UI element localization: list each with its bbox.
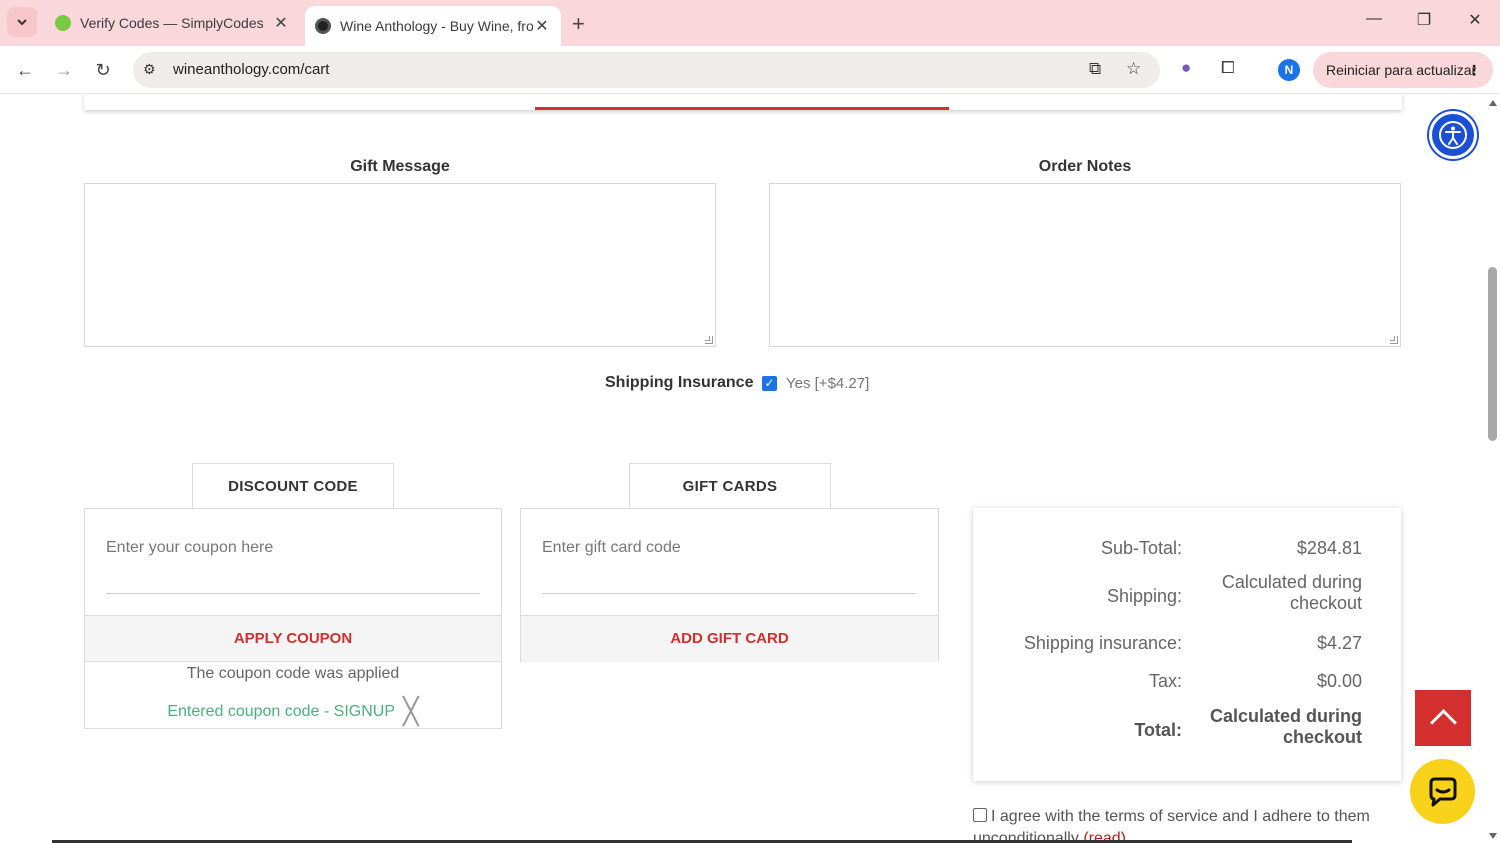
subtotal-label: Sub-Total: <box>1100 538 1182 558</box>
order-summary: Sub-Total: $284.81 Shipping: Calculated … <box>973 508 1401 781</box>
resize-grip-icon[interactable] <box>1390 336 1398 344</box>
url-text: wineanthology.com/cart <box>173 61 330 78</box>
gift-card-input[interactable]: Enter gift card code <box>542 539 916 594</box>
profile-avatar[interactable]: N <box>1278 59 1300 81</box>
subtotal-value: $284.81 <box>1296 538 1362 558</box>
tab-title: Wine Anthology - Buy Wine, fro <box>340 18 533 34</box>
shipping-label: Shipping: <box>1106 586 1182 606</box>
restore-icon[interactable]: ❐ <box>1414 10 1434 30</box>
discount-code-panel: Enter your coupon here APPLY COUPON The … <box>84 508 502 729</box>
scroll-up-icon[interactable] <box>1489 100 1497 106</box>
terms-agreement: I agree with the terms of service and I … <box>973 806 1393 843</box>
add-gift-card-button[interactable]: ADD GIFT CARD <box>521 615 938 662</box>
tax-value: $0.00 <box>1316 671 1362 691</box>
browser-toolbar: ← → ↻ ⚙ wineanthology.com/cart ⧉ ☆ ● ⧠ N… <box>0 46 1500 94</box>
terms-checkbox[interactable] <box>973 808 987 822</box>
shipping-insurance-checkbox[interactable]: ✓ <box>762 376 777 391</box>
coupon-applied-message: The coupon code was applied <box>186 665 400 682</box>
shipping-insurance-label: Shipping Insurance <box>605 374 754 391</box>
resize-grip-icon[interactable] <box>705 336 713 344</box>
close-icon[interactable]: ✕ <box>272 13 290 33</box>
cart-table-bottom <box>84 95 1402 110</box>
tab-title: Verify Codes — SimplyCodes <box>80 15 264 31</box>
scroll-to-top-button[interactable] <box>1415 690 1471 746</box>
gift-message-textarea[interactable] <box>84 183 716 347</box>
restart-label: Reiniciar para actualizar <box>1326 62 1477 78</box>
coupon-input[interactable]: Enter your coupon here <box>106 539 480 594</box>
insurance-label: Shipping insurance: <box>1023 633 1182 653</box>
minimize-icon[interactable]: — <box>1364 10 1384 28</box>
shipping-value-line2: checkout <box>1289 593 1362 613</box>
restart-to-update-button[interactable]: Reiniciar para actualizar ⋮ <box>1313 52 1493 88</box>
tab-wine-anthology[interactable]: Wine Anthology - Buy Wine, fro ✕ <box>305 6 561 46</box>
total-value: Calculated during checkout <box>1192 706 1362 748</box>
total-value-line2: checkout <box>1282 727 1362 747</box>
bookmark-star-icon[interactable]: ☆ <box>1126 59 1141 79</box>
simplycodes-icon <box>55 15 71 31</box>
vertical-scrollbar[interactable] <box>1486 95 1500 843</box>
chevron-down-icon <box>17 19 27 26</box>
wine-anthology-icon <box>315 18 331 34</box>
insurance-value: $4.27 <box>1316 633 1362 653</box>
apply-coupon-button[interactable]: APPLY COUPON <box>85 615 501 662</box>
extensions-puzzle-icon[interactable]: ⧠ <box>1221 58 1235 78</box>
address-bar[interactable]: ⚙ wineanthology.com/cart ⧉ ☆ <box>133 52 1160 88</box>
tab-discount-code[interactable]: DISCOUNT CODE <box>192 463 394 510</box>
scroll-down-icon[interactable] <box>1489 833 1497 839</box>
close-icon[interactable]: ✕ <box>533 16 551 36</box>
tab-search-button[interactable] <box>7 7 37 37</box>
terms-text: I agree with the terms of service and I … <box>973 808 1370 843</box>
total-value-line1: Calculated during <box>1209 706 1362 726</box>
shipping-value: Calculated during checkout <box>1192 572 1362 614</box>
gift-cards-panel: Enter gift card code ADD GIFT CARD <box>520 508 939 662</box>
remove-coupon-icon[interactable]: ╳ <box>403 696 419 727</box>
back-icon[interactable]: ← <box>13 58 37 82</box>
tab-simplycodes[interactable]: Verify Codes — SimplyCodes ✕ <box>45 6 300 40</box>
shipping-insurance-option: Yes [+$4.27] <box>786 375 870 392</box>
active-indicator <box>535 107 949 110</box>
window-close-icon[interactable]: ✕ <box>1465 10 1485 30</box>
tab-gift-cards[interactable]: GIFT CARDS <box>629 463 831 510</box>
scrollbar-thumb[interactable] <box>1488 267 1497 441</box>
forward-icon[interactable]: → <box>52 58 76 82</box>
entered-coupon-line: Entered coupon code - SIGNUP ╳ <box>85 696 501 727</box>
cart-page: Gift Message Order Notes Shipping Insura… <box>0 95 1500 843</box>
order-notes-label: Order Notes <box>1038 158 1132 175</box>
order-notes-textarea[interactable] <box>769 183 1401 347</box>
reload-icon[interactable]: ↻ <box>91 58 115 82</box>
entered-coupon-text: Entered coupon code - SIGNUP <box>167 703 396 720</box>
site-info-icon[interactable]: ⚙ <box>143 61 156 78</box>
accessibility-button[interactable] <box>1429 111 1477 159</box>
chat-bubble-icon <box>1429 777 1456 806</box>
accessibility-icon <box>1439 121 1467 149</box>
translate-icon[interactable]: ⧉ <box>1089 59 1101 79</box>
more-menu-icon[interactable]: ⋮ <box>1467 52 1481 88</box>
browser-tab-bar: Verify Codes — SimplyCodes ✕ Wine Anthol… <box>0 0 1500 46</box>
new-tab-button[interactable]: + <box>572 11 585 37</box>
gift-message-label: Gift Message <box>350 158 450 175</box>
total-label: Total: <box>1134 720 1182 740</box>
shipping-value-line1: Calculated during <box>1221 572 1362 592</box>
chat-button[interactable] <box>1410 759 1475 824</box>
extension-icon[interactable]: ● <box>1181 58 1191 78</box>
tax-label: Tax: <box>1148 671 1182 691</box>
